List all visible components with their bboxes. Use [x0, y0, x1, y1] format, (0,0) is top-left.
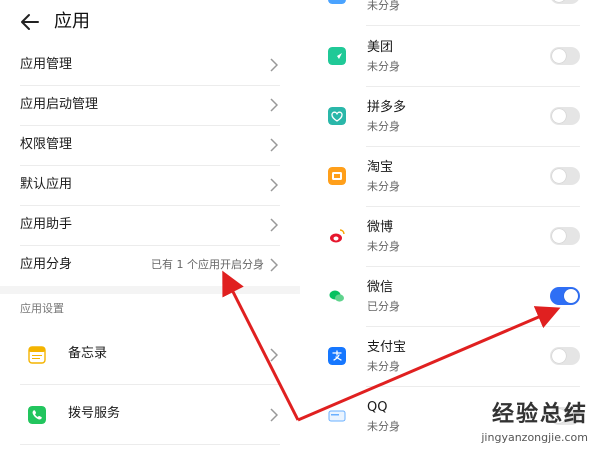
twin-toggle[interactable]: [550, 47, 580, 65]
app-name: QQ: [367, 400, 388, 415]
menu-item-label: 应用分身: [20, 257, 73, 272]
header: 应用: [0, 0, 300, 44]
section-title: 应用设置: [20, 302, 64, 315]
app-row-meituan: 美团 未分身: [300, 27, 600, 87]
toggle-knob: [552, 109, 566, 123]
setting-item-label: 备忘录: [68, 346, 108, 361]
app-row-weibo: 微博 未分身: [300, 207, 600, 267]
qq-icon: [328, 410, 346, 422]
menu-item-app-assistant[interactable]: 应用助手: [20, 205, 280, 246]
app-row-pinduoduo: 拼多多 未分身: [300, 87, 600, 147]
menu-item-label: 权限管理: [20, 137, 73, 152]
menu-item-label: 应用助手: [20, 217, 73, 232]
app-status: 未分身: [367, 420, 400, 433]
menu-item-app-twin[interactable]: 应用分身 已有 1 个应用开启分身: [20, 245, 280, 285]
wechat-icon: [329, 290, 344, 302]
watermark-text: 经验总结: [491, 402, 588, 427]
menu-item-label: 默认应用: [20, 177, 73, 192]
toggle-knob: [564, 289, 578, 303]
app-row-wechat: 微信 已分身: [300, 267, 600, 327]
taobao-icon: [328, 167, 346, 185]
setting-item-label: 拨号服务: [68, 406, 121, 421]
row-divider: [366, 25, 580, 26]
app-status: 未分身: [367, 0, 400, 12]
menu-item-permissions[interactable]: 权限管理: [20, 125, 280, 166]
twin-toggle[interactable]: [550, 227, 580, 245]
app-icon: [328, 0, 346, 4]
app-twin-summary: 已有 1 个应用开启分身: [151, 258, 264, 271]
app-twin-list-panel: 未分身 美团 未分身 拼多多 未分身 淘宝 未分身 微博 未分身 微信 已分身 …: [300, 0, 600, 450]
app-row-alipay: 支付宝 未分身: [300, 327, 600, 387]
toggle-knob: [552, 229, 566, 243]
menu-item-label: 应用管理: [20, 57, 73, 72]
page-title: 应用: [54, 11, 90, 32]
memo-icon: [28, 346, 46, 364]
chevron-right-icon: [270, 218, 278, 232]
toggle-knob: [552, 49, 566, 63]
app-status: 未分身: [367, 60, 400, 73]
app-name: 美团: [367, 40, 394, 55]
weibo-icon: [330, 229, 345, 243]
toggle-knob: [552, 0, 566, 2]
chevron-right-icon: [270, 408, 278, 422]
menu-item-default-apps[interactable]: 默认应用: [20, 165, 280, 206]
toggle-knob: [552, 169, 566, 183]
twin-toggle[interactable]: [550, 0, 580, 4]
menu-item-app-management[interactable]: 应用管理: [20, 45, 280, 86]
app-name: 淘宝: [367, 160, 394, 175]
app-name: 微博: [367, 220, 394, 235]
chevron-right-icon: [270, 178, 278, 192]
app-status: 已分身: [367, 300, 400, 313]
twin-toggle[interactable]: [550, 167, 580, 185]
twin-toggle[interactable]: [550, 107, 580, 125]
twin-toggle[interactable]: [550, 347, 580, 365]
meituan-icon: [328, 47, 346, 65]
app-row: 未分身: [300, 0, 600, 26]
app-name: 拼多多: [367, 100, 407, 115]
chevron-right-icon: [270, 348, 278, 362]
app-name: 微信: [367, 280, 394, 295]
pinduoduo-icon: [328, 107, 346, 125]
app-settings-panel: 应用 应用管理 应用启动管理 权限管理 默认应用 应用助手 应用分身 已有 1 …: [0, 0, 300, 450]
setting-item-dialer[interactable]: 拨号服务: [20, 386, 280, 445]
alipay-icon: [328, 347, 346, 365]
chevron-right-icon: [270, 58, 278, 72]
menu-item-app-startup[interactable]: 应用启动管理: [20, 85, 280, 126]
app-name: 支付宝: [367, 340, 407, 355]
phone-icon: [28, 406, 46, 424]
app-status: 未分身: [367, 360, 400, 373]
toggle-knob: [552, 349, 566, 363]
chevron-right-icon: [270, 258, 278, 272]
back-arrow-icon[interactable]: [18, 10, 42, 34]
app-status: 未分身: [367, 240, 400, 253]
app-row-taobao: 淘宝 未分身: [300, 147, 600, 207]
chevron-right-icon: [270, 98, 278, 112]
setting-item-memo[interactable]: 备忘录: [20, 326, 280, 385]
twin-toggle[interactable]: [550, 287, 580, 305]
watermark-url: jingyanzongjie.com: [481, 431, 588, 444]
chevron-right-icon: [270, 138, 278, 152]
menu-item-label: 应用启动管理: [20, 97, 99, 112]
section-divider: [0, 286, 300, 294]
app-status: 未分身: [367, 180, 400, 193]
app-status: 未分身: [367, 120, 400, 133]
